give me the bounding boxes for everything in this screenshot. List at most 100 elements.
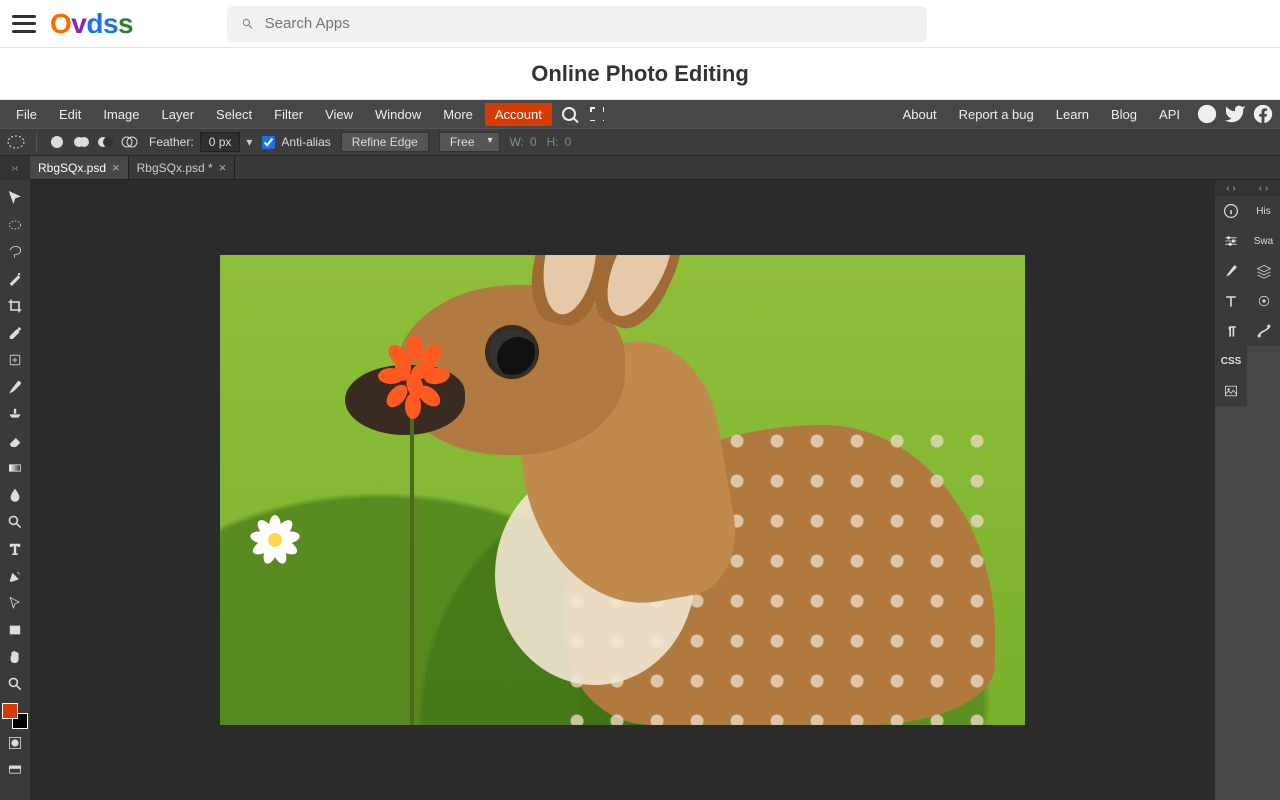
tool-quickmask[interactable] (1, 729, 29, 756)
panel-collapse-handle[interactable]: ‹ › (1215, 180, 1247, 196)
menu-window[interactable]: Window (365, 103, 431, 126)
refine-edge-button[interactable]: Refine Edge (341, 132, 429, 152)
logo-letter: s (103, 8, 118, 39)
editor-root: File Edit Image Layer Select Filter View… (0, 100, 1280, 800)
tool-type[interactable] (1, 535, 29, 562)
selection-subtract-icon[interactable] (95, 132, 115, 152)
tool-hand[interactable] (1, 643, 29, 670)
menu-filter[interactable]: Filter (264, 103, 313, 126)
antialias-control[interactable]: Anti-alias (262, 135, 330, 149)
menu-view[interactable]: View (315, 103, 363, 126)
search-icon (241, 17, 255, 31)
menubar-search-icon[interactable] (558, 103, 580, 125)
menubar-fullscreen-icon[interactable] (586, 103, 608, 125)
feather-label: Feather: (149, 135, 194, 149)
tool-path-select[interactable] (1, 589, 29, 616)
menu-blog[interactable]: Blog (1101, 103, 1147, 126)
tool-healing-brush[interactable] (1, 346, 29, 373)
reddit-icon[interactable] (1196, 103, 1218, 125)
width-value[interactable]: 0 (530, 135, 537, 149)
tool-eyedropper[interactable] (1, 319, 29, 346)
panel-info-icon[interactable] (1215, 196, 1247, 226)
tool-screenmode[interactable] (1, 756, 29, 783)
tab-label: RbgSQx.psd (38, 161, 106, 175)
panel-history-tab[interactable]: His (1247, 196, 1280, 226)
menu-account[interactable]: Account (485, 103, 552, 126)
twitter-icon[interactable] (1224, 103, 1246, 125)
right-panel-column-a: ‹ › CSS (1215, 180, 1247, 406)
selection-ellipse-icon[interactable] (6, 132, 26, 152)
tool-clone-stamp[interactable] (1, 400, 29, 427)
height-label: H: (547, 135, 559, 149)
panel-character-icon[interactable] (1215, 286, 1247, 316)
search-input[interactable] (265, 15, 913, 32)
deer-eye-illustration (489, 329, 535, 375)
feather-value[interactable]: 0 px (200, 132, 241, 152)
selection-mode-group (47, 132, 139, 152)
document-tab[interactable]: RbgSQx.psd × (30, 156, 129, 179)
tab-close-icon[interactable]: × (219, 160, 227, 175)
document-tabs: RbgSQx.psd × RbgSQx.psd * × (0, 156, 1280, 180)
tool-lasso[interactable] (1, 238, 29, 265)
selection-intersect-icon[interactable] (119, 132, 139, 152)
site-logo[interactable]: Ovdss (50, 8, 133, 40)
tool-move[interactable] (1, 184, 29, 211)
menu-learn[interactable]: Learn (1046, 103, 1099, 126)
search-box[interactable] (227, 6, 927, 42)
menu-more[interactable]: More (433, 103, 483, 126)
menu-layer[interactable]: Layer (152, 103, 205, 126)
menu-edit[interactable]: Edit (49, 103, 91, 126)
panel-paragraph-icon[interactable] (1215, 316, 1247, 346)
selection-new-icon[interactable] (47, 132, 67, 152)
tool-crop[interactable] (1, 292, 29, 319)
daisy-illustration (250, 515, 300, 565)
tool-magic-wand[interactable] (1, 265, 29, 292)
tool-zoom[interactable] (1, 670, 29, 697)
logo-letter: O (50, 8, 71, 39)
panel-css-icon[interactable]: CSS (1215, 346, 1247, 376)
facebook-icon[interactable] (1252, 103, 1274, 125)
tool-dodge[interactable] (1, 508, 29, 535)
toolstrip-collapse-handle[interactable]: ›‹ (0, 156, 30, 180)
ratio-mode-dropdown[interactable]: Free (439, 132, 500, 152)
feather-control: Feather: 0 px ▾ (149, 132, 252, 152)
width-control: W: 0 (510, 135, 537, 149)
logo-letter: v (71, 8, 86, 39)
panel-collapse-handle[interactable]: ‹ › (1247, 180, 1280, 196)
tool-eraser[interactable] (1, 427, 29, 454)
menu-about[interactable]: About (893, 103, 947, 126)
panel-paths-icon[interactable] (1247, 316, 1280, 346)
panel-adjust-icon[interactable] (1215, 226, 1247, 256)
panel-channels-icon[interactable] (1247, 286, 1280, 316)
canvas-image[interactable] (220, 255, 1025, 725)
tool-brush[interactable] (1, 373, 29, 400)
tool-blur[interactable] (1, 481, 29, 508)
tool-shape-rectangle[interactable] (1, 616, 29, 643)
panel-layers-icon[interactable] (1247, 256, 1280, 286)
tab-close-icon[interactable]: × (112, 160, 120, 175)
tool-marquee-ellipse[interactable] (1, 211, 29, 238)
tool-pen[interactable] (1, 562, 29, 589)
menu-select[interactable]: Select (206, 103, 262, 126)
height-control: H: 0 (547, 135, 572, 149)
height-value[interactable]: 0 (565, 135, 572, 149)
editor-options-bar: Feather: 0 px ▾ Anti-alias Refine Edge F… (0, 128, 1280, 156)
page-title: Online Photo Editing (531, 61, 749, 87)
panel-swatches-tab[interactable]: Swa (1247, 226, 1280, 256)
editor-workspace[interactable] (30, 180, 1215, 800)
menu-file[interactable]: File (6, 103, 47, 126)
foreground-color-swatch[interactable] (2, 703, 18, 719)
menu-api[interactable]: API (1149, 103, 1190, 126)
color-swatches[interactable] (2, 703, 28, 729)
document-tab[interactable]: RbgSQx.psd * × (129, 156, 236, 179)
menu-report-bug[interactable]: Report a bug (949, 103, 1044, 126)
panel-image-icon[interactable] (1215, 376, 1247, 406)
feather-dropdown-icon[interactable]: ▾ (246, 135, 252, 149)
selection-add-icon[interactable] (71, 132, 91, 152)
antialias-checkbox[interactable] (262, 136, 275, 149)
search-container (227, 6, 927, 42)
panel-brush-icon[interactable] (1215, 256, 1247, 286)
menu-image[interactable]: Image (93, 103, 149, 126)
tool-gradient[interactable] (1, 454, 29, 481)
menu-hamburger-icon[interactable] (12, 15, 36, 33)
